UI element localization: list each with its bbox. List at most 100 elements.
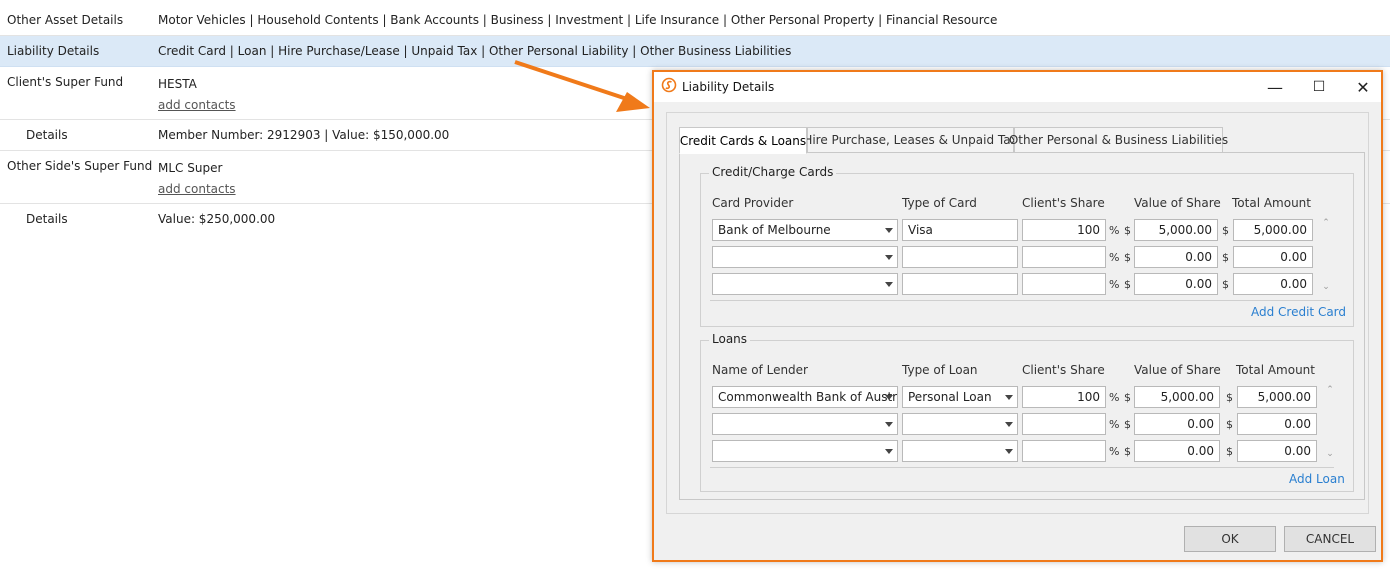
card-type-input[interactable]: Visa xyxy=(902,219,1018,241)
row-label: Liability Details xyxy=(7,44,100,58)
card-provider-select[interactable] xyxy=(712,246,898,268)
dollar-symbol: $ xyxy=(1226,418,1233,431)
percent-symbol: % xyxy=(1109,418,1120,431)
total-amount-input[interactable]: 5,000.00 xyxy=(1237,386,1317,408)
chevron-down-icon xyxy=(1005,449,1013,454)
client-share-input[interactable] xyxy=(1022,440,1106,462)
client-share-input[interactable] xyxy=(1022,273,1106,295)
dollar-symbol: $ xyxy=(1124,418,1131,431)
table-row[interactable]: Other Asset Details Motor Vehicles | Hou… xyxy=(0,0,1390,36)
select-value: Bank of Melbourne xyxy=(718,223,831,237)
lender-select[interactable]: Commonwealth Bank of Austr xyxy=(712,386,898,408)
column-header: Client's Share xyxy=(1022,363,1105,377)
credit-cards-group: Credit/Charge Cards Card Provider Type o… xyxy=(700,165,1354,327)
dollar-symbol: $ xyxy=(1124,224,1131,237)
dialog-body: Credit Cards & Loans Hire Purchase, Leas… xyxy=(666,112,1369,514)
tab-other-liabilities[interactable]: Other Personal & Business Liabilities xyxy=(1009,127,1228,153)
divider xyxy=(710,467,1334,468)
value-of-share-input[interactable]: 5,000.00 xyxy=(1134,219,1218,241)
lender-select[interactable] xyxy=(712,413,898,435)
add-credit-card-link[interactable]: Add Credit Card xyxy=(1251,305,1346,319)
dollar-symbol: $ xyxy=(1226,391,1233,404)
total-amount-input[interactable]: 5,000.00 xyxy=(1233,219,1313,241)
chevron-down-icon xyxy=(885,395,893,400)
loan-type-select[interactable] xyxy=(902,440,1018,462)
card-provider-select[interactable]: Bank of Melbourne xyxy=(712,219,898,241)
column-header: Value of Share xyxy=(1134,196,1221,210)
divider xyxy=(710,300,1330,301)
value-of-share-input[interactable]: 0.00 xyxy=(1134,273,1218,295)
dollar-symbol: $ xyxy=(1124,251,1131,264)
tab-hire-purchase[interactable]: Hire Purchase, Leases & Unpaid Tax xyxy=(803,127,1018,153)
row-label: Other Asset Details xyxy=(7,13,124,27)
total-amount-input[interactable]: 0.00 xyxy=(1233,273,1313,295)
tab-label: Credit Cards & Loans xyxy=(679,133,807,148)
liability-details-dialog: Liability Details — ☐ ✕ Credit Cards & L… xyxy=(652,70,1383,562)
total-amount-input[interactable]: 0.00 xyxy=(1237,413,1317,435)
row-value[interactable]: Motor Vehicles | Household Contents | Ba… xyxy=(158,13,997,27)
client-share-input[interactable] xyxy=(1022,413,1106,435)
tab-label: Hire Purchase, Leases & Unpaid Tax xyxy=(803,133,1018,147)
total-amount-input[interactable]: 0.00 xyxy=(1237,440,1317,462)
value-of-share-input[interactable]: 0.00 xyxy=(1134,246,1218,268)
value-of-share-input[interactable]: 5,000.00 xyxy=(1134,386,1220,408)
scroll-up-icon[interactable]: ⌃ xyxy=(1324,385,1336,395)
tab-credit-cards-loans[interactable]: Credit Cards & Loans xyxy=(679,127,807,154)
column-header: Client's Share xyxy=(1022,196,1105,210)
select-value: Personal Loan xyxy=(908,390,992,404)
row-label: Client's Super Fund xyxy=(7,75,124,89)
client-share-input[interactable]: 100 xyxy=(1022,219,1106,241)
column-header: Type of Card xyxy=(902,196,977,210)
add-contacts-link[interactable]: add contacts xyxy=(158,182,236,196)
row-label: Details xyxy=(26,212,68,226)
column-header: Value of Share xyxy=(1134,363,1221,377)
percent-symbol: % xyxy=(1109,445,1120,458)
dollar-symbol: $ xyxy=(1226,445,1233,458)
row-label: Details xyxy=(26,128,68,142)
column-header: Total Amount xyxy=(1232,196,1311,210)
close-button[interactable]: ✕ xyxy=(1341,72,1385,102)
chevron-down-icon xyxy=(885,449,893,454)
column-header: Card Provider xyxy=(712,196,794,210)
row-value[interactable]: Credit Card | Loan | Hire Purchase/Lease… xyxy=(158,44,791,58)
card-type-input[interactable] xyxy=(902,246,1018,268)
add-contacts-link[interactable]: add contacts xyxy=(158,98,236,112)
column-header: Name of Lender xyxy=(712,363,808,377)
dollar-symbol: $ xyxy=(1124,278,1131,291)
ok-button[interactable]: OK xyxy=(1184,526,1276,552)
loan-type-select[interactable] xyxy=(902,413,1018,435)
chevron-down-icon xyxy=(885,255,893,260)
percent-symbol: % xyxy=(1109,224,1120,237)
lender-select[interactable] xyxy=(712,440,898,462)
cancel-button[interactable]: CANCEL xyxy=(1284,526,1376,552)
add-loan-link[interactable]: Add Loan xyxy=(1289,472,1345,486)
column-header: Total Amount xyxy=(1236,363,1315,377)
dialog-titlebar[interactable]: Liability Details — ☐ ✕ xyxy=(654,72,1381,102)
loan-type-select[interactable]: Personal Loan xyxy=(902,386,1018,408)
group-legend: Loans xyxy=(709,332,751,346)
percent-symbol: % xyxy=(1109,391,1120,404)
client-share-input[interactable] xyxy=(1022,246,1106,268)
total-amount-input[interactable]: 0.00 xyxy=(1233,246,1313,268)
row-value: Member Number: 2912903 | Value: $150,000… xyxy=(158,128,450,142)
chevron-down-icon xyxy=(885,282,893,287)
column-header: Type of Loan xyxy=(902,363,978,377)
minimize-button[interactable]: — xyxy=(1253,72,1297,102)
dollar-symbol: $ xyxy=(1222,224,1229,237)
percent-symbol: % xyxy=(1109,251,1120,264)
chevron-down-icon xyxy=(885,422,893,427)
percent-symbol: % xyxy=(1109,278,1120,291)
value-of-share-input[interactable]: 0.00 xyxy=(1134,413,1220,435)
row-value: HESTA xyxy=(158,77,197,91)
scroll-down-icon[interactable]: ⌄ xyxy=(1324,449,1336,459)
value-of-share-input[interactable]: 0.00 xyxy=(1134,440,1220,462)
row-value: Value: $250,000.00 xyxy=(158,212,276,226)
maximize-button[interactable]: ☐ xyxy=(1297,72,1341,102)
client-share-input[interactable]: 100 xyxy=(1022,386,1106,408)
dollar-symbol: $ xyxy=(1222,251,1229,264)
scroll-up-icon[interactable]: ⌃ xyxy=(1320,218,1332,228)
card-provider-select[interactable] xyxy=(712,273,898,295)
table-row[interactable]: Liability Details Credit Card | Loan | H… xyxy=(0,36,1390,67)
card-type-input[interactable] xyxy=(902,273,1018,295)
scroll-down-icon[interactable]: ⌄ xyxy=(1320,282,1332,292)
